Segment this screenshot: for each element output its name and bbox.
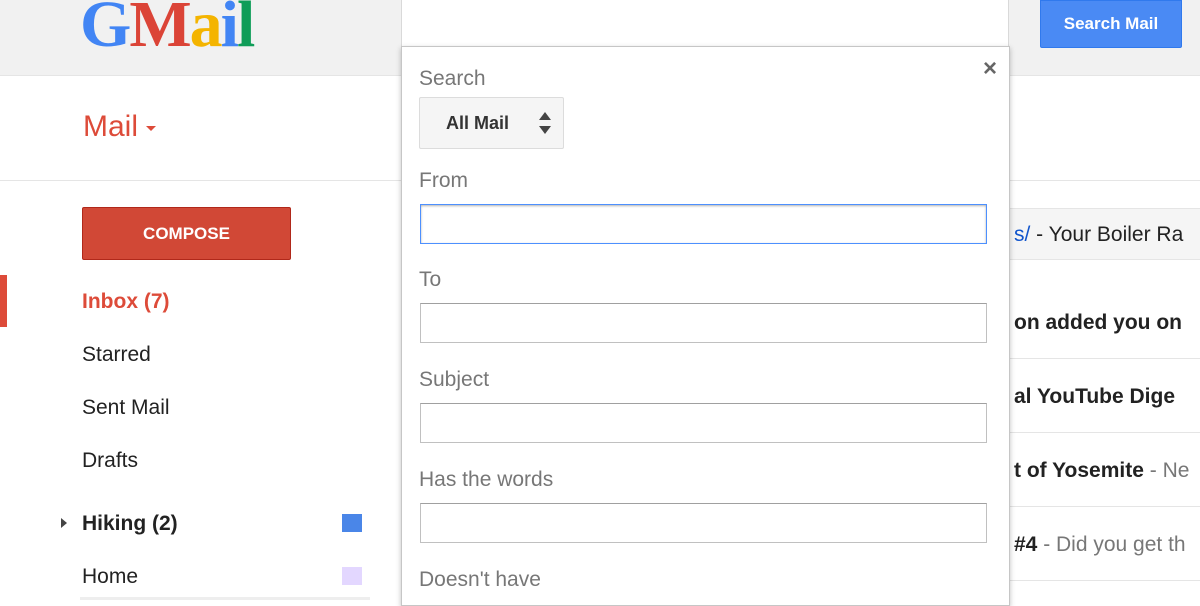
- table-row[interactable]: on added you on: [1008, 285, 1200, 359]
- doesnt-have-label: Doesn't have: [419, 568, 541, 591]
- sidebar-item-inbox[interactable]: Inbox (7): [82, 290, 170, 314]
- sidebar-item-hiking[interactable]: Hiking (2): [82, 512, 178, 536]
- active-item-marker: [0, 275, 7, 327]
- label-color-swatch-hiking[interactable]: [342, 514, 362, 532]
- close-icon[interactable]: ×: [983, 57, 997, 81]
- mail-switcher-label: Mail: [83, 110, 139, 143]
- subject-label: Subject: [419, 368, 490, 391]
- search-mail-button[interactable]: Search Mail: [1040, 0, 1182, 48]
- from-label: From: [419, 169, 468, 192]
- mail-switcher[interactable]: Mail: [83, 110, 157, 144]
- sidebar-item-drafts[interactable]: Drafts: [82, 449, 138, 473]
- table-row[interactable]: al YouTube Dige: [1008, 359, 1200, 433]
- sidebar-item-home[interactable]: Home: [82, 565, 138, 589]
- compose-button[interactable]: COMPOSE: [82, 207, 291, 260]
- gmail-logo[interactable]: GMail: [80, 0, 255, 58]
- message-list-header[interactable]: s/ - Your Boiler Ra: [1008, 208, 1200, 260]
- to-label: To: [419, 268, 442, 291]
- search-scope-value: All Mail: [446, 112, 510, 133]
- chevron-down-icon: [146, 125, 157, 131]
- to-field[interactable]: [420, 303, 987, 343]
- label-color-swatch-home[interactable]: [342, 567, 362, 585]
- advanced-search-panel: × Search All Mail From To Subject Has th…: [401, 46, 1010, 606]
- table-row[interactable]: #4 - Did you get th: [1008, 507, 1200, 581]
- search-scope-label: Search: [419, 67, 486, 90]
- select-arrows-icon: [539, 112, 551, 134]
- search-input[interactable]: [401, 0, 1009, 46]
- subject-field[interactable]: [420, 403, 987, 443]
- expand-arrow-icon[interactable]: [61, 518, 67, 528]
- from-field[interactable]: [420, 204, 987, 244]
- sidebar-item-starred[interactable]: Starred: [82, 343, 151, 367]
- has-words-field[interactable]: [420, 503, 987, 543]
- header-link[interactable]: s/: [1014, 223, 1030, 246]
- header-text: - Your Boiler Ra: [1030, 223, 1184, 246]
- has-words-label: Has the words: [419, 468, 554, 491]
- sidebar-item-sent-mail[interactable]: Sent Mail: [82, 396, 170, 420]
- table-row[interactable]: t of Yosemite - Ne: [1008, 433, 1200, 507]
- search-scope-select[interactable]: All Mail: [419, 97, 564, 149]
